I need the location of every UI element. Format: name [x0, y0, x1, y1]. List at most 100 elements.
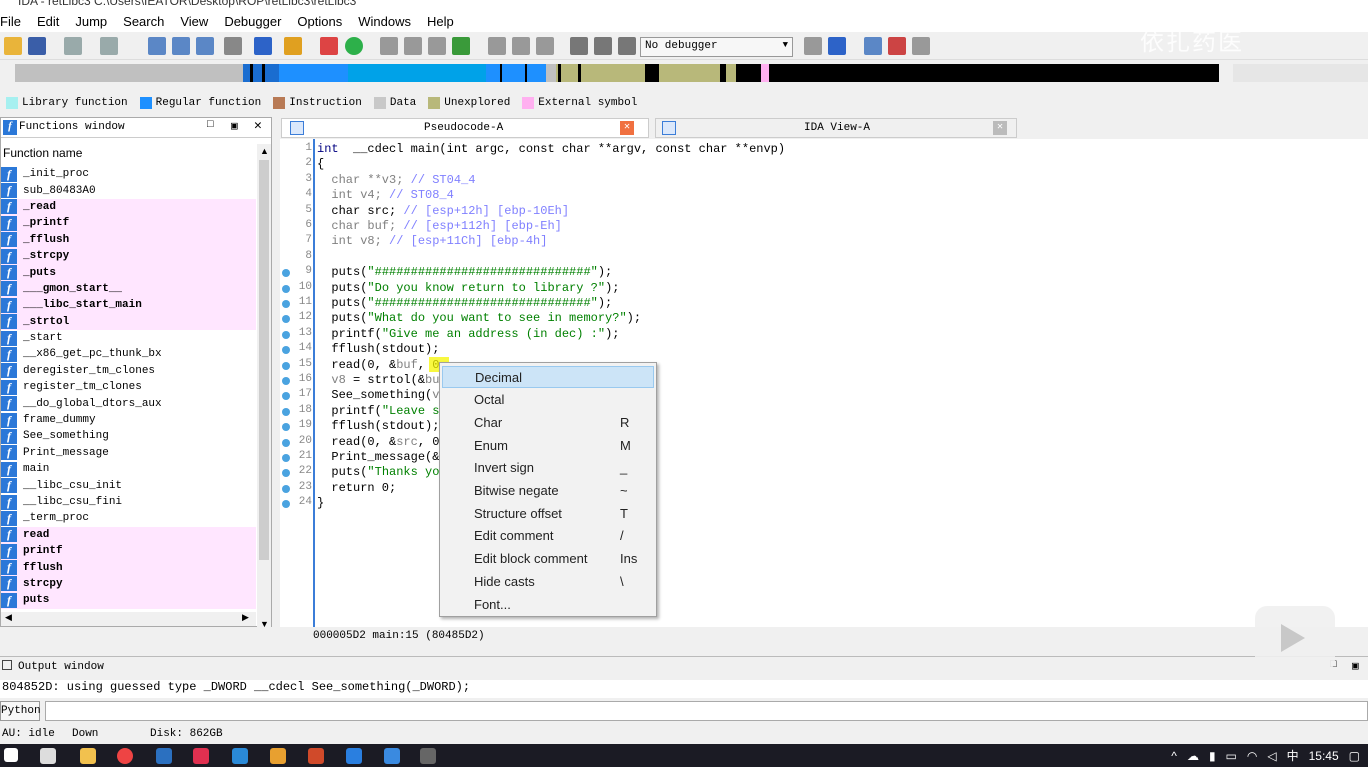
code-line[interactable]: puts("What do you want to see in memory?…: [317, 311, 641, 326]
navigation-band-bar[interactable]: [0, 60, 1368, 86]
open-icon[interactable]: [4, 37, 22, 55]
code-icon[interactable]: [452, 37, 470, 55]
function-list-item[interactable]: f deregister_tm_clones: [1, 363, 256, 379]
clock[interactable]: 15:45: [1309, 749, 1339, 763]
hex-view-icon[interactable]: [172, 37, 190, 55]
context-menu-item-enum[interactable]: Enum M: [442, 434, 654, 456]
function-list-item[interactable]: f __libc_csu_init: [1, 477, 256, 494]
function-list-item[interactable]: f Print_message: [1, 445, 256, 461]
play-icon[interactable]: [1281, 624, 1305, 652]
context-menu-item-decimal[interactable]: Decimal: [442, 366, 654, 388]
chrome-icon[interactable]: [117, 748, 133, 764]
volume-icon[interactable]: ◁: [1267, 749, 1276, 763]
function-list-item[interactable]: f read: [1, 526, 256, 543]
code-line[interactable]: printf("Give me an address (in dec) :");: [317, 327, 619, 342]
menu-edit[interactable]: Edit: [37, 14, 67, 29]
menu-jump[interactable]: Jump: [75, 14, 115, 29]
code-line[interactable]: puts("##############################");: [317, 296, 612, 311]
menu-view[interactable]: View: [180, 14, 216, 29]
task-view-icon[interactable]: [40, 748, 56, 764]
wifi-icon[interactable]: ◠: [1247, 749, 1257, 763]
code-line[interactable]: puts("##############################");: [317, 265, 612, 280]
usb-icon[interactable]: ▮: [1209, 749, 1216, 763]
float-icon[interactable]: ▣: [231, 119, 238, 133]
function-list-item[interactable]: f __x86_get_pc_thunk_bx: [1, 346, 256, 362]
code-line[interactable]: v8 = strtol(&bu: [317, 373, 439, 388]
windows-start-icon[interactable]: [4, 748, 18, 762]
code-line[interactable]: printf("Leave s: [317, 404, 439, 419]
func-icon[interactable]: [428, 37, 446, 55]
undefine-icon[interactable]: [536, 37, 554, 55]
forward-icon[interactable]: [100, 37, 118, 55]
code-line[interactable]: read(0, &src, 0: [317, 435, 439, 450]
breakpoint-dot-icon[interactable]: [282, 284, 290, 293]
breakpoint-dot-icon[interactable]: [282, 423, 290, 432]
python-input[interactable]: [45, 701, 1368, 721]
context-menu-item-edit-block-comment[interactable]: Edit block comment Ins: [442, 548, 654, 570]
scroll-down-icon[interactable]: ▼: [260, 619, 269, 629]
run-icon[interactable]: [345, 37, 363, 55]
scroll-up-icon[interactable]: ▲: [260, 146, 269, 156]
app-icon[interactable]: [193, 748, 209, 764]
navigation-band[interactable]: [0, 60, 1368, 86]
app-icon[interactable]: [346, 748, 362, 764]
menu-search[interactable]: Search: [123, 14, 172, 29]
context-menu-item-char[interactable]: Char R: [442, 411, 654, 433]
function-list-item[interactable]: f _strcpy: [1, 247, 256, 265]
print-icon[interactable]: [224, 37, 242, 55]
function-list-item[interactable]: f sub_80483A0: [1, 182, 256, 199]
menu-windows[interactable]: Windows: [358, 14, 419, 29]
function-list-item[interactable]: f _puts: [1, 264, 256, 281]
function-list-item[interactable]: f See_something: [1, 428, 256, 444]
app-icon[interactable]: [384, 748, 400, 764]
stop-icon[interactable]: [618, 37, 636, 55]
ime-icon[interactable]: 中: [1287, 747, 1299, 764]
explorer-icon[interactable]: [80, 748, 96, 764]
code-line[interactable]: {: [317, 157, 324, 172]
debugger-select[interactable]: No debugger ▼: [640, 37, 793, 57]
tab-ida-view[interactable]: IDA View-A ✕: [655, 118, 1017, 138]
breakpoint-dot-icon[interactable]: [282, 377, 290, 385]
search-icon[interactable]: [284, 37, 302, 55]
save-icon[interactable]: [28, 37, 46, 55]
context-menu-item-hide-casts[interactable]: Hide casts \: [442, 570, 654, 592]
chevron-up-icon[interactable]: ^: [1171, 749, 1177, 763]
context-menu-item-invert-sign[interactable]: Invert sign _: [442, 457, 654, 479]
breakpoint-dot-icon[interactable]: [282, 407, 290, 416]
close-tab-icon[interactable]: ✕: [993, 121, 1007, 135]
code-line[interactable]: fflush(stdout);: [317, 342, 439, 357]
function-list-item[interactable]: f ___gmon_start__: [1, 280, 256, 298]
close-tab-icon[interactable]: ✕: [620, 121, 634, 135]
code-line[interactable]: See_something(v: [317, 388, 439, 403]
python-button[interactable]: Python: [0, 701, 41, 721]
array-icon[interactable]: [512, 37, 530, 55]
context-menu-item-bitwise-negate[interactable]: Bitwise negate ~: [442, 480, 654, 502]
functions-list[interactable]: f _init_proc f sub_80483A0 f _read f _printf f _f…: [1, 166, 256, 612]
function-list-item[interactable]: f fflush: [1, 559, 256, 576]
breakpoint-dot-icon[interactable]: [282, 330, 290, 339]
code-line[interactable]: int v4; // ST08_4: [317, 188, 453, 203]
code-line[interactable]: read(0, &buf, 0: [317, 358, 439, 373]
breakpoint-dot-icon[interactable]: [282, 500, 290, 509]
context-menu-item-font[interactable]: Font...: [442, 593, 654, 615]
pause-icon[interactable]: [594, 37, 612, 55]
notification-icon[interactable]: ▢: [1349, 749, 1360, 763]
struct-icon[interactable]: [380, 37, 398, 55]
ida-icon[interactable]: [420, 748, 436, 764]
menu-help[interactable]: Help: [427, 14, 462, 29]
battery-icon[interactable]: ▭: [1226, 749, 1237, 763]
function-list-item[interactable]: f strcpy: [1, 575, 256, 593]
scroll-right-icon[interactable]: ▶: [242, 612, 249, 623]
breakpoint-dot-icon[interactable]: [282, 392, 290, 401]
function-list-item[interactable]: f _strtol: [1, 313, 256, 330]
debugger-options-icon[interactable]: [804, 37, 822, 55]
scroll-left-icon[interactable]: ◀: [5, 612, 12, 623]
app-icon[interactable]: [156, 748, 172, 764]
context-menu-item-octal[interactable]: Octal: [442, 389, 654, 411]
xrefs-icon[interactable]: [888, 37, 906, 55]
function-list-item[interactable]: f __do_global_dtors_aux: [1, 395, 256, 412]
menu-debugger[interactable]: Debugger: [224, 14, 289, 29]
function-list-item[interactable]: f _fflush: [1, 231, 256, 248]
function-list-item[interactable]: f printf: [1, 542, 256, 560]
play-icon[interactable]: [570, 37, 588, 55]
